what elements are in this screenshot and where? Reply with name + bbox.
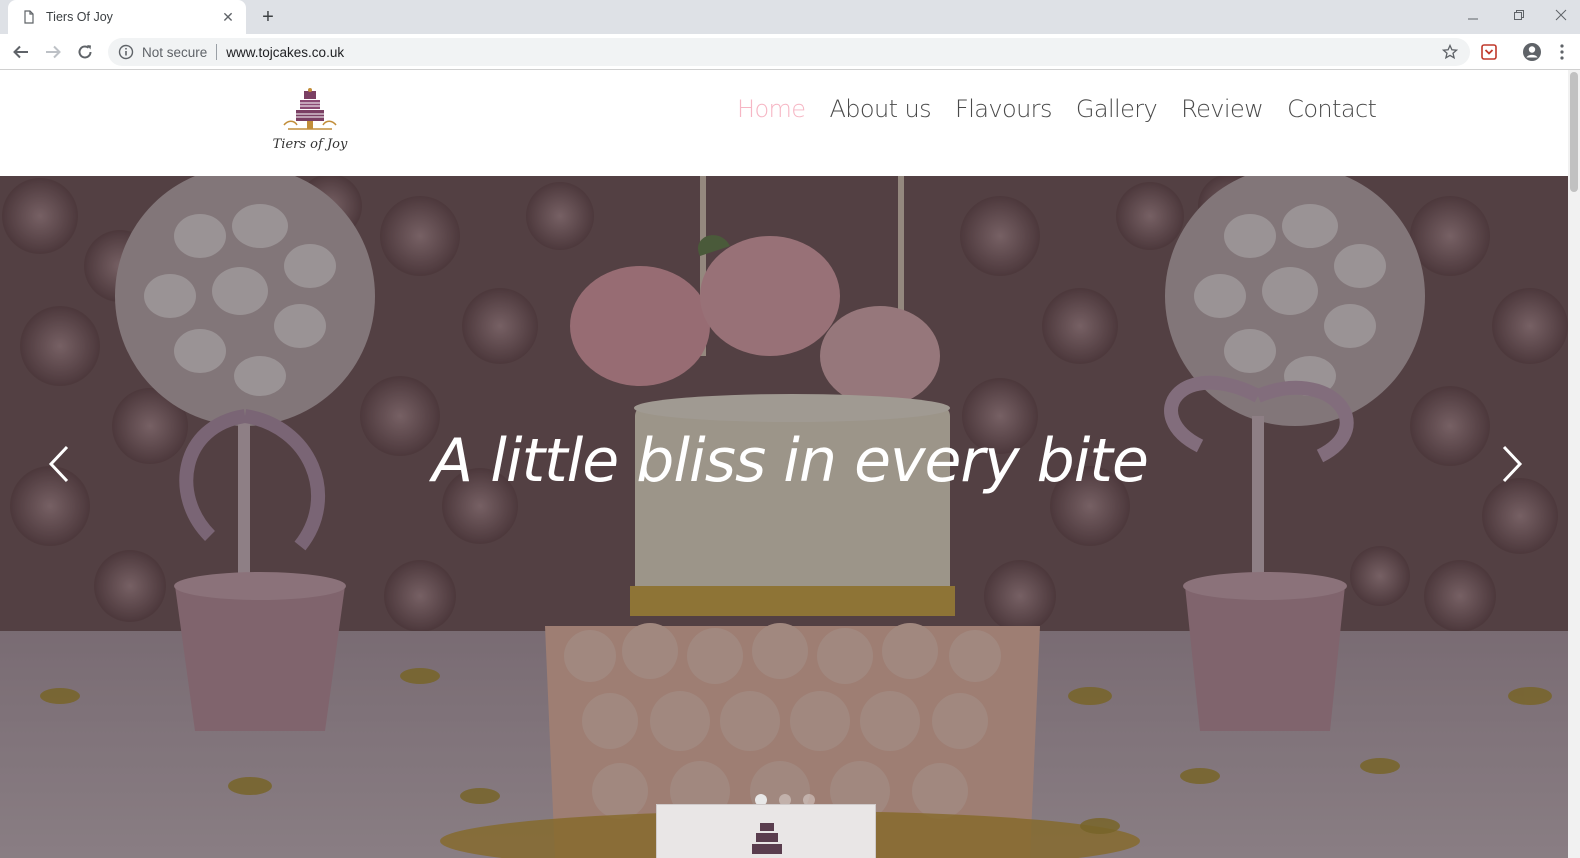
chevron-left-icon[interactable]	[44, 444, 74, 484]
reload-icon[interactable]	[73, 40, 97, 64]
scrollbar-thumb[interactable]	[1570, 72, 1578, 192]
divider	[216, 44, 218, 60]
page-scrollbar[interactable]	[1568, 70, 1580, 858]
cake-logo-icon	[283, 88, 337, 130]
site-header: Tiers of Joy Home About us Flavours Gall…	[0, 71, 1580, 176]
account-icon[interactable]	[1522, 42, 1542, 62]
close-icon[interactable]: ✕	[220, 9, 236, 25]
browser-tabstrip: Tiers Of Joy ✕ +	[0, 0, 1580, 34]
security-label[interactable]: Not secure	[142, 45, 207, 60]
browser-tab[interactable]: Tiers Of Joy ✕	[8, 0, 246, 34]
nav-item-review[interactable]: Review	[1181, 95, 1264, 123]
main-nav: Home About us Flavours Gallery Review Co…	[737, 95, 1377, 123]
window-close-icon[interactable]	[1542, 4, 1580, 26]
star-icon[interactable]	[1442, 44, 1458, 60]
cake-logo-icon	[752, 823, 782, 854]
floating-logo-card	[656, 804, 876, 858]
info-icon[interactable]	[118, 44, 134, 60]
tab-title: Tiers Of Joy	[46, 10, 113, 24]
hero-carousel: A little bliss in every bite	[0, 176, 1568, 858]
nav-item-home[interactable]: Home	[737, 95, 806, 123]
plus-icon[interactable]: +	[258, 7, 278, 27]
restore-icon[interactable]	[1496, 4, 1542, 26]
nav-item-contact[interactable]: Contact	[1287, 95, 1377, 123]
forward-arrow-icon[interactable]	[41, 40, 65, 64]
page-icon	[24, 10, 34, 24]
site-logo[interactable]: Tiers of Joy	[270, 87, 350, 159]
address-bar[interactable]: Not secure www.tojcakes.co.uk	[108, 38, 1470, 66]
hero-overlay	[0, 176, 1568, 858]
url-text[interactable]: www.tojcakes.co.uk	[226, 45, 344, 60]
minimize-icon[interactable]	[1450, 4, 1496, 26]
pocket-icon[interactable]	[1479, 42, 1499, 62]
chevron-right-icon[interactable]	[1497, 444, 1527, 484]
nav-item-gallery[interactable]: Gallery	[1076, 95, 1158, 123]
menu-icon[interactable]	[1556, 42, 1568, 62]
hero-caption: A little bliss in every bite	[432, 426, 1149, 496]
nav-item-flavours[interactable]: Flavours	[955, 95, 1052, 123]
browser-toolbar: Not secure www.tojcakes.co.uk	[0, 34, 1580, 70]
back-arrow-icon[interactable]	[9, 40, 33, 64]
logo-text: Tiers of Joy	[272, 137, 348, 152]
nav-item-about-us[interactable]: About us	[829, 95, 931, 123]
